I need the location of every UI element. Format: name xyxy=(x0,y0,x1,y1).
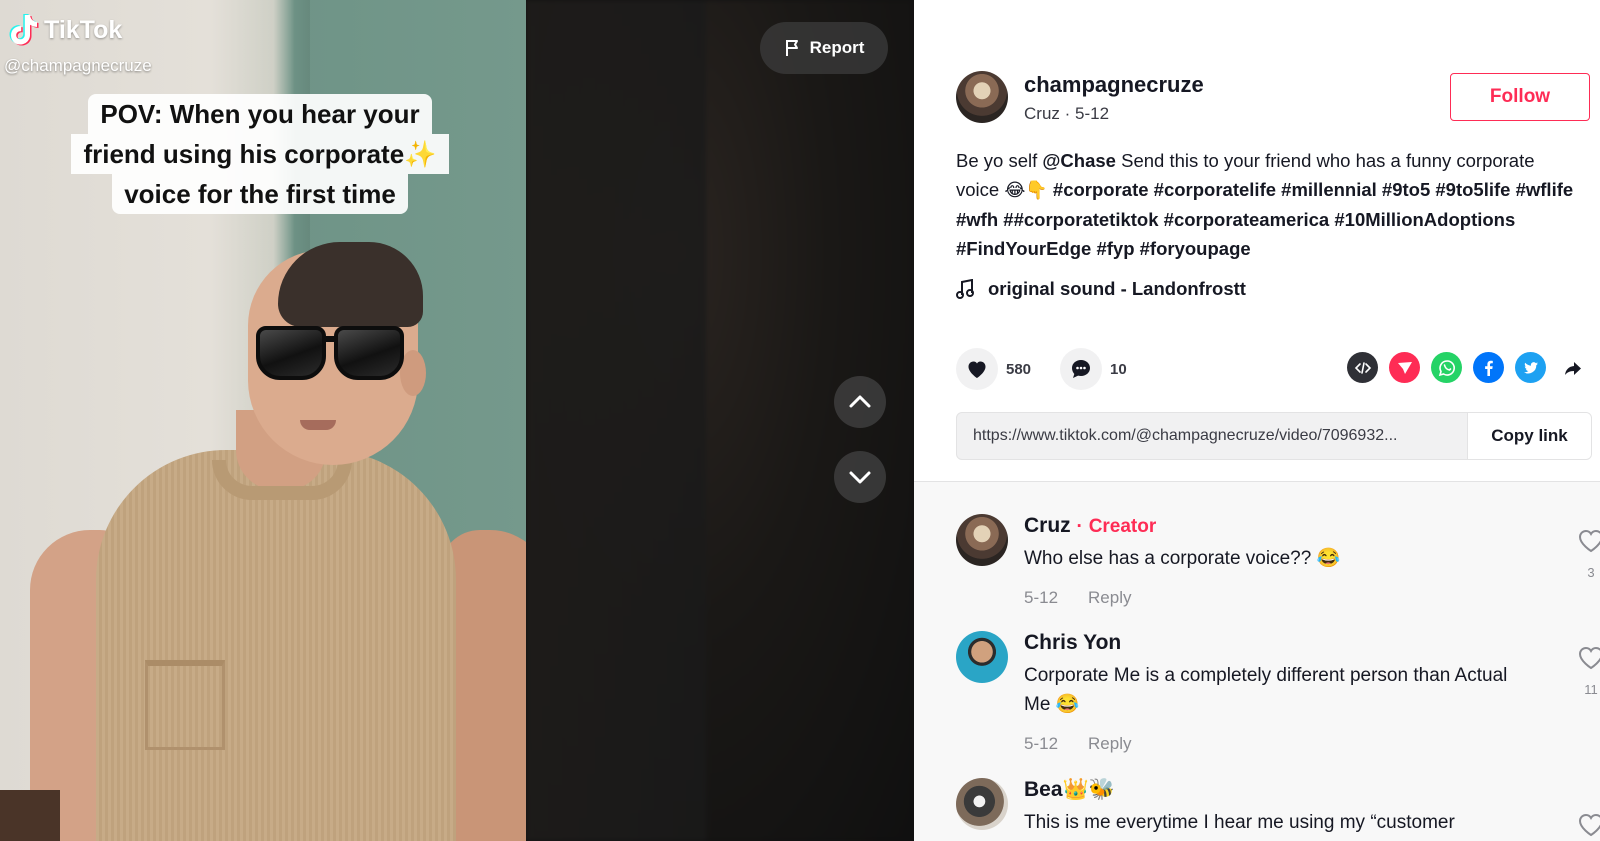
vest-pocket xyxy=(145,660,225,750)
reply-button[interactable]: Reply xyxy=(1088,734,1131,754)
commenter-name-text: Cruz xyxy=(1024,514,1071,537)
video-frame[interactable]: TikTok @champagnecruze POV: When you hea… xyxy=(0,0,526,841)
whatsapp-icon[interactable] xyxy=(1431,352,1462,383)
comment-item: Bea👑🐝 This is me everytime I hear me usi… xyxy=(956,778,1600,841)
comment-text: Corporate Me is a completely different p… xyxy=(1024,665,1508,715)
whatsapp-glyph xyxy=(1438,359,1455,376)
paper-plane-glyph xyxy=(1397,361,1412,374)
comment-action[interactable]: 10 xyxy=(1060,348,1127,390)
forward-arrow-glyph xyxy=(1564,361,1581,375)
embed-icon[interactable] xyxy=(1347,352,1378,383)
reply-button[interactable]: Reply xyxy=(1088,588,1131,608)
comment-date: 5-12 xyxy=(1024,734,1059,753)
commenter-avatar[interactable] xyxy=(956,631,1008,683)
chevron-down-icon xyxy=(849,471,871,484)
person-sweater-vest xyxy=(96,450,456,841)
commenter-name[interactable]: Bea👑🐝 xyxy=(1024,778,1115,802)
creator-separator: · xyxy=(1076,516,1083,537)
send-to-friends-icon[interactable] xyxy=(1389,352,1420,383)
description-emojis: 😂👇 xyxy=(1004,180,1048,201)
engagement-actions: 580 10 xyxy=(956,348,1127,390)
comment-like[interactable]: 11 xyxy=(1576,645,1600,697)
comment-item: Chris Yon Corporate Me is a completely d… xyxy=(956,631,1600,771)
like-action[interactable]: 580 xyxy=(956,348,1060,390)
author-meta: Cruz · 5-12 xyxy=(1024,104,1110,123)
table-edge xyxy=(0,790,60,841)
comment-like-count: 11 xyxy=(1584,682,1598,697)
commenter-name[interactable]: Cruz · Creator xyxy=(1024,514,1156,538)
next-video-button[interactable] xyxy=(834,451,886,503)
copy-link-bar: https://www.tiktok.com/@champagnecruze/v… xyxy=(956,412,1592,460)
hashtag-list[interactable]: #corporate #corporatelife #millennial #9… xyxy=(956,179,1573,259)
tiktok-watermark: TikTok xyxy=(8,12,122,48)
comment-like-count: 3 xyxy=(1587,565,1595,580)
video-caption-overlay: POV: When you hear your friend using his… xyxy=(62,94,458,214)
author-username[interactable]: champagnecruze xyxy=(1024,72,1204,98)
sunglasses xyxy=(254,322,414,384)
report-label: Report xyxy=(809,38,865,57)
comment-like[interactable]: 3 xyxy=(1576,528,1600,580)
heart-outline-icon[interactable] xyxy=(1577,812,1600,838)
code-glyph xyxy=(1354,361,1371,374)
music-note-icon xyxy=(956,279,974,299)
video-description: Be yo self @Chase Send this to your frie… xyxy=(956,146,1582,263)
comment-text: This is me everytime I hear me using my … xyxy=(1024,812,1455,833)
tiktok-logo-icon xyxy=(9,14,39,46)
commenter-avatar[interactable] xyxy=(956,514,1008,566)
comment-text: Who else has a corporate voice?? 😂 xyxy=(1024,548,1341,569)
video-detail-panel: champagnecruze Cruz · 5-12 Follow Be yo … xyxy=(914,0,1600,841)
sunglasses-lens-right xyxy=(334,326,404,380)
comment-bubble-icon xyxy=(1072,360,1090,378)
facebook-icon[interactable] xyxy=(1473,352,1504,383)
share-arrow-icon[interactable] xyxy=(1557,352,1588,383)
flag-icon xyxy=(785,40,798,56)
person-mouth xyxy=(300,420,336,430)
description-prefix: Be yo self xyxy=(956,150,1043,171)
chevron-up-icon xyxy=(849,395,871,408)
watermark-username: @champagnecruze xyxy=(4,56,152,75)
heart-outline-icon[interactable] xyxy=(1577,645,1600,671)
caption-line-2: friend using his corporate✨ xyxy=(71,134,449,174)
comment-like[interactable] xyxy=(1576,812,1600,841)
facebook-glyph xyxy=(1484,360,1493,376)
heart-outline-icon[interactable] xyxy=(1577,528,1600,554)
share-icons xyxy=(1347,352,1588,383)
commenter-avatar[interactable] xyxy=(956,778,1008,830)
comment-meta: 5-12 Reply xyxy=(1024,734,1132,754)
caption-line-1: POV: When you hear your xyxy=(88,94,432,134)
music-link[interactable]: original sound - Landonfrostt xyxy=(956,278,1246,300)
author-avatar[interactable] xyxy=(956,71,1008,123)
comment-item: Cruz · Creator Who else has a corporate … xyxy=(956,514,1600,634)
comment-meta: 5-12 Reply xyxy=(1024,588,1132,608)
music-label: original sound - Landonfrostt xyxy=(988,278,1246,299)
previous-video-button[interactable] xyxy=(834,376,886,428)
follow-button[interactable]: Follow xyxy=(1450,73,1590,121)
video-info-section: champagnecruze Cruz · 5-12 Follow Be yo … xyxy=(914,0,1600,481)
comment-date: 5-12 xyxy=(1024,588,1059,607)
video-url[interactable]: https://www.tiktok.com/@champagnecruze/v… xyxy=(957,427,1467,445)
video-player[interactable]: TikTok @champagnecruze POV: When you hea… xyxy=(0,0,914,841)
copy-link-button[interactable]: Copy link xyxy=(1467,413,1591,459)
tiktok-video-page: TikTok @champagnecruze POV: When you hea… xyxy=(0,0,1600,841)
caption-line-3: voice for the first time xyxy=(112,174,408,214)
like-button[interactable] xyxy=(956,348,998,390)
creator-badge: Creator xyxy=(1088,516,1157,537)
comment-count: 10 xyxy=(1110,360,1127,378)
heart-icon xyxy=(968,361,986,378)
mention-link[interactable]: @Chase xyxy=(1042,150,1116,171)
tiktok-wordmark: TikTok xyxy=(44,15,123,44)
commenter-name[interactable]: Chris Yon xyxy=(1024,631,1121,655)
vest-collar xyxy=(212,460,352,500)
comments-list[interactable]: Cruz · Creator Who else has a corporate … xyxy=(914,481,1600,841)
twitter-icon[interactable] xyxy=(1515,352,1546,383)
twitter-glyph xyxy=(1523,361,1538,373)
like-count: 580 xyxy=(1006,360,1032,378)
sunglasses-lens-left xyxy=(256,326,326,380)
report-button[interactable]: Report xyxy=(760,22,888,74)
comment-button[interactable] xyxy=(1060,348,1102,390)
